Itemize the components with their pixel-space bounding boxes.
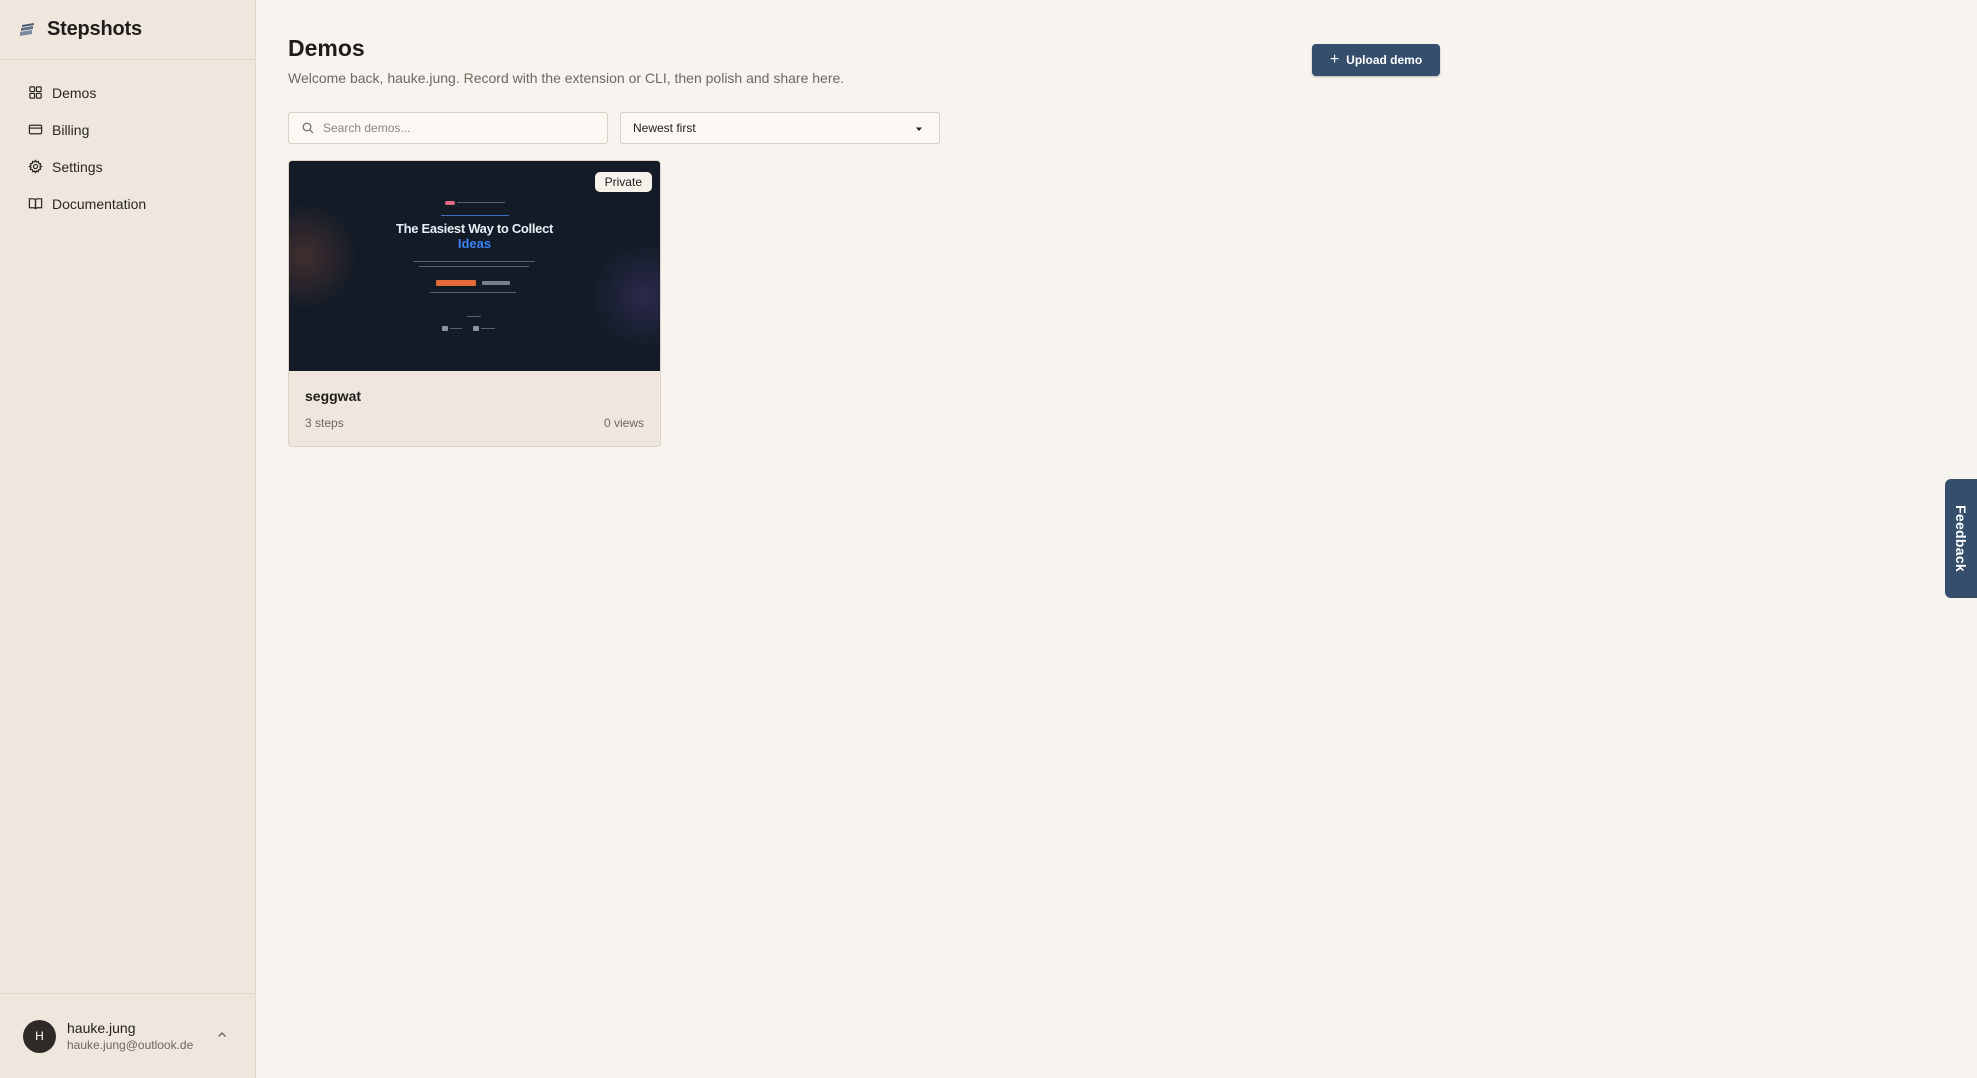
upload-demo-button[interactable]: + Upload demo [1312, 44, 1440, 76]
gear-icon [28, 159, 43, 174]
demo-card-body: seggwat 3 steps 0 views [289, 371, 660, 446]
thumbnail-heading-highlight: Ideas [457, 236, 492, 251]
sidebar-item-documentation[interactable]: Documentation [0, 185, 255, 222]
brand[interactable]: Stepshots [0, 0, 255, 60]
feedback-label: Feedback [1953, 505, 1969, 572]
user-info: hauke.jung hauke.jung@outlook.de [67, 1020, 193, 1052]
book-icon [28, 198, 43, 210]
search-input[interactable] [323, 121, 583, 135]
credit-card-icon [28, 124, 43, 135]
search-icon [302, 122, 314, 134]
sidebar-item-label: Demos [52, 84, 97, 101]
demo-card[interactable]: The Easiest Way to Collect Ideas Private… [288, 160, 661, 447]
brand-name: Stepshots [47, 18, 142, 40]
visibility-badge: Private [594, 172, 652, 192]
demo-thumbnail: The Easiest Way to Collect Ideas Private [289, 161, 660, 371]
user-name: hauke.jung [67, 1020, 136, 1036]
thumbnail-preview: The Easiest Way to Collect Ideas [289, 161, 660, 371]
sort-selected-value: Newest first [633, 121, 696, 135]
avatar: H [23, 1019, 56, 1053]
demo-title: seggwat [305, 388, 362, 404]
page-subtitle: Welcome back, hauke.jung. Record with th… [288, 70, 845, 86]
sort-select[interactable]: Newest first [620, 112, 940, 144]
grid-icon [29, 86, 42, 99]
thumbnail-heading: The Easiest Way to Collect [395, 221, 554, 236]
search-box[interactable] [288, 112, 608, 144]
upload-demo-label: Upload demo [1346, 53, 1423, 67]
feedback-button[interactable]: Feedback [1945, 479, 1977, 598]
demo-view-count: 0 views [603, 416, 644, 430]
sidebar-item-label: Documentation [52, 195, 147, 212]
sidebar-item-billing[interactable]: Billing [0, 111, 255, 148]
sidebar-item-demos[interactable]: Demos [0, 74, 255, 111]
demo-step-count: 3 steps [305, 416, 344, 430]
user-menu[interactable]: H hauke.jung hauke.jung@outlook.de [0, 993, 255, 1078]
sidebar-nav: Demos Billing Settings Documentation [0, 60, 255, 222]
caret-down-icon [916, 127, 922, 131]
sidebar-item-settings[interactable]: Settings [0, 148, 255, 185]
plus-icon: + [1329, 51, 1340, 68]
stack-logo-icon [20, 22, 34, 36]
page-title: Demos [288, 35, 365, 61]
sidebar-item-label: Billing [52, 121, 90, 138]
chevron-up-icon[interactable] [215, 1028, 229, 1042]
sidebar: Stepshots Demos Billing Settings Documen… [0, 0, 256, 1078]
sidebar-item-label: Settings [52, 158, 103, 175]
user-email: hauke.jung@outlook.de [67, 1038, 194, 1052]
